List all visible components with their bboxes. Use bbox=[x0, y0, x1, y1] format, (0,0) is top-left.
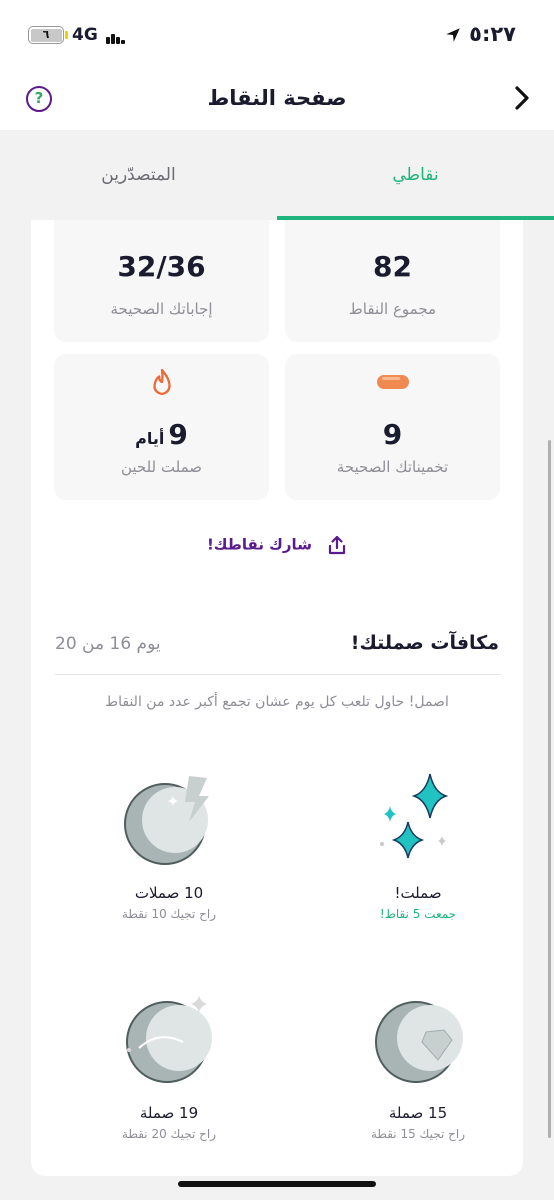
rewards-title: مكافآت صملتك! bbox=[350, 632, 499, 654]
badge-streak-1[interactable]: صملت! جمعت 5 نقاط! bbox=[318, 770, 518, 921]
correct-guesses-value: 9 bbox=[382, 418, 403, 451]
fire-icon bbox=[152, 368, 171, 396]
moon-diamond-icon bbox=[375, 1001, 463, 1083]
total-points-value: 82 bbox=[373, 250, 412, 283]
battery-tip bbox=[65, 31, 68, 39]
badge-sub: جمعت 5 نقاط! bbox=[379, 907, 457, 921]
badge-sub: راح تجيك 15 نقطة bbox=[370, 1127, 466, 1141]
streak-label: صملت للحين bbox=[120, 458, 203, 476]
stat-streak: 9أيام صملت للحين bbox=[54, 354, 269, 500]
tab-points[interactable]: نقاطي bbox=[277, 130, 554, 220]
rewards-card: مكافآت صملتك! يوم 16 من 20 اصمل! حاول تل… bbox=[31, 608, 523, 1176]
correct-guesses-label: تخميناتك الصحيحة bbox=[336, 458, 449, 476]
badge-title: 10 صملات bbox=[134, 884, 204, 902]
share-button[interactable]: شارك نقاطك! bbox=[31, 534, 523, 564]
tab-leaders[interactable]: المتصدّرين bbox=[0, 130, 277, 220]
share-icon bbox=[328, 535, 346, 554]
streak-value: 9أيام bbox=[54, 418, 269, 451]
streak-unit: أيام bbox=[135, 429, 165, 448]
badge-title: 19 صملة bbox=[139, 1104, 199, 1122]
pill-icon bbox=[376, 375, 409, 389]
total-points-label: مجموع النقاط bbox=[348, 300, 437, 318]
status-time: ٥:٢٧ bbox=[469, 22, 516, 46]
app-header: ? صفحة النقاط bbox=[0, 70, 554, 130]
battery-level: ٦ bbox=[30, 28, 62, 42]
rewards-hint: اصمل! حاول تلعب كل يوم عشان تجمع أكبر عد… bbox=[105, 694, 449, 710]
share-label: شارك نقاطك! bbox=[206, 535, 312, 554]
network-label: 4G bbox=[72, 25, 98, 45]
scroll-content[interactable]: 82 مجموع النقاط 32/36 إجاباتك الصحيحة 9 … bbox=[0, 130, 554, 1200]
active-tab-indicator bbox=[277, 216, 554, 220]
badge-title: صملت! bbox=[394, 884, 442, 902]
stat-correct-guesses: 9 تخميناتك الصحيحة bbox=[285, 354, 500, 500]
badge-sub: راح تجيك 10 نقطة bbox=[121, 907, 217, 921]
moon-lightning-icon bbox=[124, 776, 209, 865]
badge-streak-15[interactable]: 15 صملة راح تجيك 15 نقطة bbox=[318, 990, 518, 1141]
correct-answers-value: 32/36 bbox=[117, 250, 206, 283]
battery-icon: ٦ bbox=[28, 26, 64, 44]
location-arrow-icon bbox=[446, 28, 460, 42]
badge-sub: راح تجيك 20 نقطة bbox=[121, 1127, 217, 1141]
tab-bar: المتصدّرين نقاطي bbox=[0, 130, 554, 220]
back-chevron-icon[interactable] bbox=[512, 84, 534, 112]
badge-streak-19[interactable]: 19 صملة راح تجيك 20 نقطة bbox=[69, 990, 269, 1141]
badge-streak-10[interactable]: 10 صملات راح تجيك 10 نقطة bbox=[69, 770, 269, 921]
rewards-progress: يوم 16 من 20 bbox=[55, 634, 161, 654]
page-title: صفحة النقاط bbox=[207, 86, 347, 110]
correct-answers-label: إجاباتك الصحيحة bbox=[110, 300, 213, 318]
moon-sparkle-icon bbox=[126, 996, 212, 1083]
status-bar: ٦ 4G ٥:٢٧ bbox=[0, 0, 554, 70]
signal-icon bbox=[106, 28, 126, 44]
streak-number: 9 bbox=[168, 418, 188, 451]
home-indicator bbox=[178, 1181, 376, 1187]
divider bbox=[55, 674, 501, 675]
sparkles-icon bbox=[380, 773, 449, 859]
scrollbar[interactable] bbox=[548, 440, 551, 1138]
badge-title: 15 صملة bbox=[388, 1104, 448, 1122]
